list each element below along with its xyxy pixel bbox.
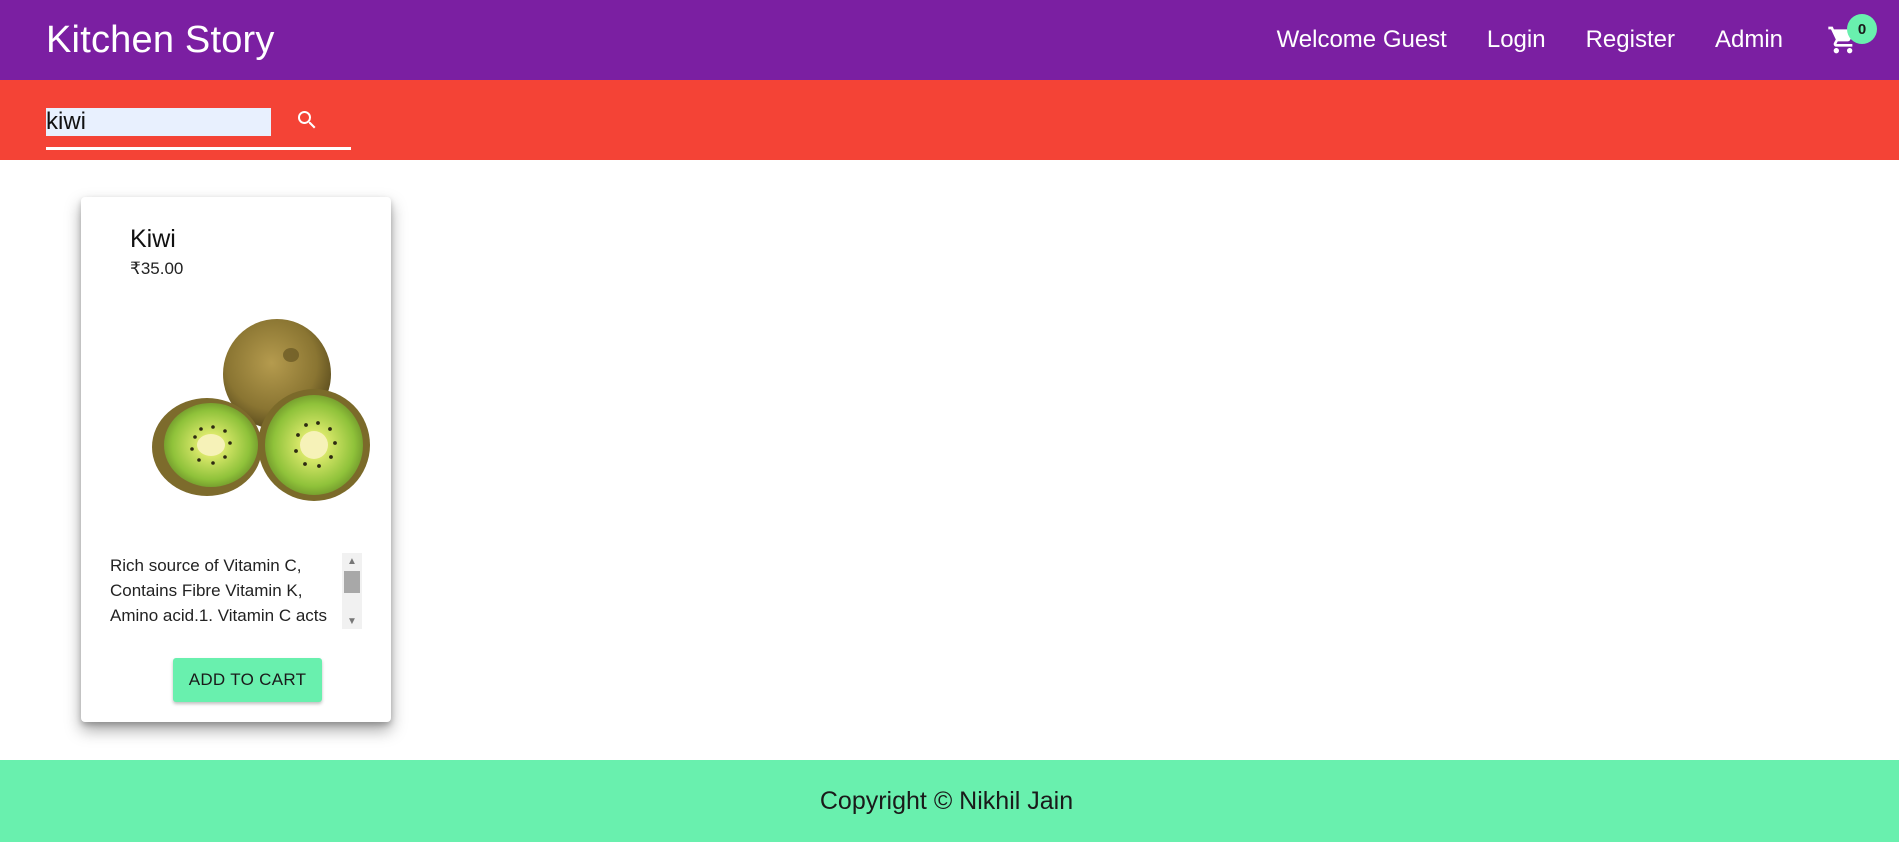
scrollbar-thumb[interactable] xyxy=(344,571,360,593)
product-card: Kiwi ₹35.00 Rich source of Vitamin C, Co… xyxy=(81,197,391,722)
cart-button[interactable]: 0 xyxy=(1823,14,1877,60)
register-link[interactable]: Register xyxy=(1586,26,1675,54)
search-button[interactable] xyxy=(292,105,322,135)
add-to-cart-button[interactable]: ADD TO CART xyxy=(173,658,322,702)
nav-links: Welcome Guest Login Register Admin 0 xyxy=(1277,0,1899,80)
product-name: Kiwi xyxy=(130,225,176,253)
footer-copyright: Copyright © Nikhil Jain xyxy=(819,786,1074,815)
product-price: ₹35.00 xyxy=(130,259,184,278)
cart-count-badge: 0 xyxy=(1847,14,1877,44)
scroll-down-arrow-icon[interactable]: ▼ xyxy=(342,613,362,629)
product-description: Rich source of Vitamin C, Contains Fibre… xyxy=(110,556,327,625)
product-description-box[interactable]: Rich source of Vitamin C, Contains Fibre… xyxy=(110,553,362,629)
footer: Copyright © Nikhil Jain xyxy=(0,760,1899,842)
search-input[interactable] xyxy=(46,108,271,136)
product-image-kiwi xyxy=(152,319,370,501)
welcome-guest-link[interactable]: Welcome Guest xyxy=(1277,26,1447,54)
brand-title[interactable]: Kitchen Story xyxy=(46,18,275,62)
admin-link[interactable]: Admin xyxy=(1715,26,1783,54)
top-nav-bar: Kitchen Story Welcome Guest Login Regist… xyxy=(0,0,1899,80)
description-scrollbar[interactable]: ▲ ▼ xyxy=(342,553,362,629)
login-link[interactable]: Login xyxy=(1487,26,1546,54)
search-underline xyxy=(46,147,351,150)
scroll-up-arrow-icon[interactable]: ▲ xyxy=(342,553,362,569)
search-icon xyxy=(298,111,316,129)
